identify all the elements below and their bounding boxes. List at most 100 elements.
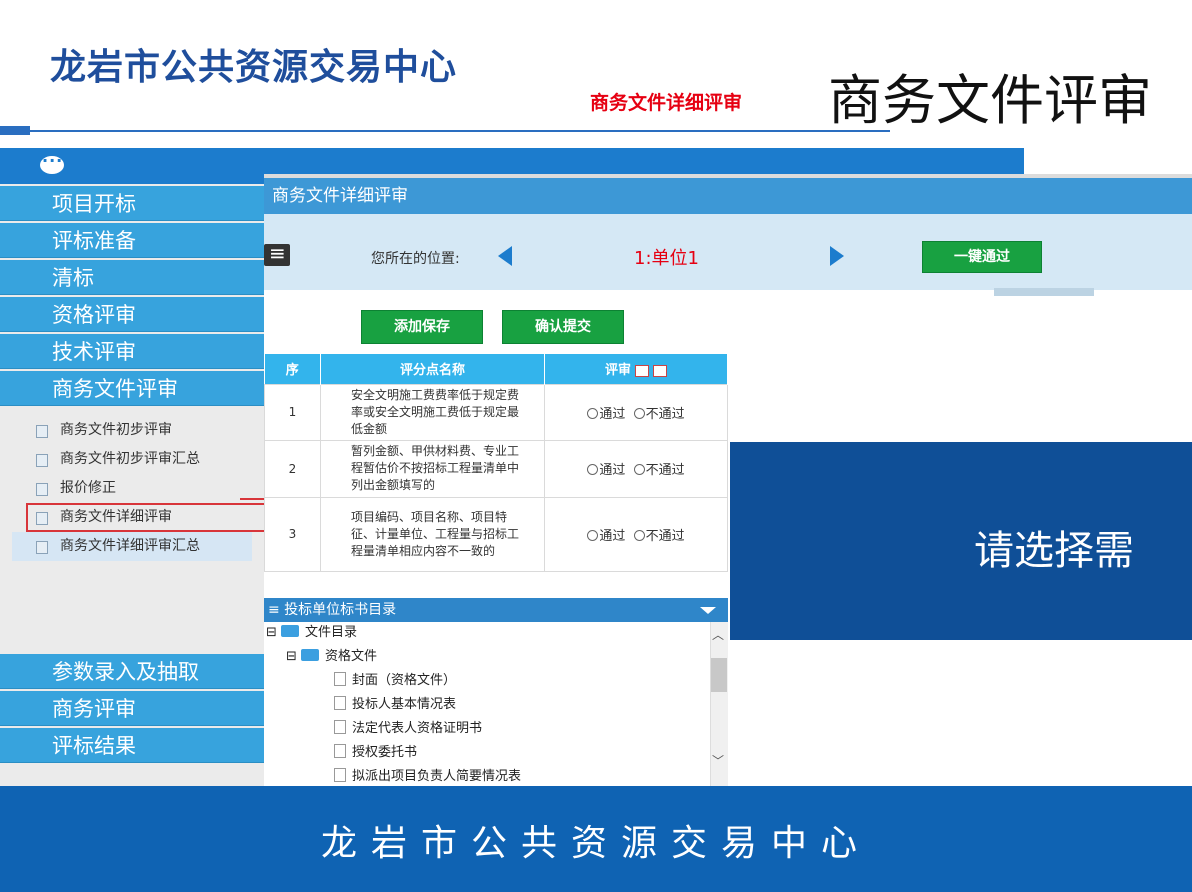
row-criterion: 安全文明施工费费率低于规定费率或安全文明施工费低于规定最低金额 — [320, 383, 545, 441]
sidebar-item-param-entry[interactable]: 参数录入及抽取 — [0, 654, 264, 689]
tree-node-root[interactable]: ⊟ 文件目录 — [266, 622, 357, 644]
submenu-label: 报价修正 — [60, 480, 116, 496]
submenu-item[interactable]: 商务文件初步评审汇总 — [0, 445, 264, 474]
next-unit-icon[interactable] — [830, 246, 844, 266]
sidebar-menu-top: 项目开标 评标准备 清标 资格评审 技术评审 商务文件评审 — [0, 186, 264, 408]
scroll-up-icon[interactable]: ︿ — [712, 626, 724, 643]
review-content: 添加保存 确认提交 序 评分点名称 评审 1 安全文明施工费费率低于规定费率或安… — [264, 296, 728, 790]
submenu-item-selected[interactable]: 商务文件详细评审 — [26, 503, 266, 532]
submenu-label: 商务文件详细评审 — [60, 509, 172, 525]
fail-label: 不通过 — [645, 528, 685, 544]
tree-title: 投标单位标书目录 — [284, 602, 397, 618]
tree-node-label: 拟派出项目负责人简要情况表 — [352, 769, 522, 784]
tree-node-label: 授权委托书 — [352, 745, 418, 760]
tree-header[interactable]: ≡ 投标单位标书目录 — [264, 598, 728, 622]
sidebar-submenu: 商务文件初步评审 商务文件初步评审汇总 报价修正 商务文件详细评审 商务文件详细… — [0, 416, 266, 561]
fail-label: 不通过 — [645, 463, 685, 478]
sidebar-item-qualification[interactable]: 资格评审 — [0, 297, 264, 332]
pass-label: 通过 — [599, 406, 626, 422]
bid-doc-tree: ≡ 投标单位标书目录 ⊟ 文件目录 ⊟ 资格文件 封面（资格文件） 投标人基本情… — [264, 598, 728, 790]
pass-all-button[interactable]: 一键通过 — [922, 241, 1042, 273]
scroll-thumb[interactable] — [711, 658, 727, 692]
pass-radio[interactable] — [587, 529, 599, 541]
slide-heading: 商务文件评审 — [828, 69, 1152, 132]
column-header-review-label: 评审 — [604, 363, 631, 379]
tree-node-label: 资格文件 — [325, 649, 378, 664]
menu-icon[interactable] — [264, 241, 290, 266]
pass-radio[interactable] — [587, 464, 599, 475]
tree-node-folder[interactable]: ⊟ 资格文件 — [286, 646, 377, 668]
sidebar-item-clear-bid[interactable]: 清标 — [0, 260, 264, 295]
submenu-label: 商务文件初步评审汇总 — [60, 451, 200, 467]
submenu-item[interactable]: 商务文件详细评审汇总 — [12, 532, 252, 561]
table-row: 3 项目编码、项目名称、项目特征、计量单位、工程量与招标工程量清单相应内容不一致… — [264, 496, 728, 572]
header-divider — [30, 130, 890, 132]
pass-radio[interactable] — [587, 407, 599, 419]
table-row: 2 暂列金额、甲供材料费、专业工程暂估价不按招标工程量清单中列出金额填写的 通过… — [264, 439, 728, 498]
slide: 龙岩市公共资源交易中心 商务文件详细评审 商务文件评审 项目开标 评标准备 清标… — [0, 0, 1192, 892]
tree-node-file[interactable]: 投标人基本情况表 — [334, 694, 456, 716]
row-review: 通过 不通过 — [544, 496, 728, 572]
row-seq: 3 — [264, 496, 321, 572]
tree-node-file[interactable]: 授权委托书 — [334, 742, 417, 764]
sidebar-item-commercial-docs[interactable]: 商务文件评审 — [0, 371, 264, 406]
sidebar-item-commercial-review[interactable]: 商务评审 — [0, 691, 264, 726]
table-row: 1 安全文明施工费费率低于规定费率或安全文明施工费低于规定最低金额 通过 不通过 — [264, 383, 728, 441]
collapse-handle[interactable] — [994, 288, 1094, 296]
check-all-fail-icon[interactable] — [653, 364, 667, 377]
file-icon — [334, 768, 346, 782]
folder-icon — [281, 625, 300, 637]
submit-button[interactable]: 确认提交 — [502, 310, 624, 344]
tree-node-label: 文件目录 — [305, 625, 358, 640]
scroll-down-icon[interactable]: ﹀ — [712, 752, 724, 769]
submenu-item[interactable]: 报价修正 — [0, 474, 264, 503]
footer-title: 龙岩市公共资源交易中心 — [320, 823, 871, 864]
fail-label: 不通过 — [645, 406, 685, 422]
sidebar-item-technical[interactable]: 技术评审 — [0, 334, 264, 369]
row-review: 通过 不通过 — [544, 383, 728, 441]
sidebar-item-bid-opening[interactable]: 项目开标 — [0, 186, 264, 221]
document-icon — [36, 454, 48, 467]
tree-node-label: 法定代表人资格证明书 — [352, 721, 483, 736]
column-header-name: 评分点名称 — [320, 354, 545, 384]
sidebar-item-eval-prep[interactable]: 评标准备 — [0, 223, 264, 258]
row-criterion: 项目编码、项目名称、项目特征、计量单位、工程量与招标工程量清单相应内容不一致的 — [320, 496, 545, 572]
file-icon — [334, 672, 346, 686]
check-all-pass-icon[interactable] — [635, 364, 649, 377]
collapse-icon[interactable] — [700, 607, 716, 614]
sidebar-menu-bottom: 参数录入及抽取 商务评审 评标结果 — [0, 654, 264, 765]
review-table: 序 评分点名称 评审 1 安全文明施工费费率低于规定费率或安全文明施工费低于规定… — [264, 354, 728, 572]
document-icon — [36, 512, 48, 525]
viewer-message: 请选择需 — [974, 528, 1134, 574]
pass-label: 通过 — [599, 463, 626, 478]
fail-radio[interactable] — [633, 529, 645, 541]
tree-node-label: 投标人基本情况表 — [352, 697, 457, 712]
tree-body: ⊟ 文件目录 ⊟ 资格文件 封面（资格文件） 投标人基本情况表 法定代表人资格证… — [264, 622, 728, 790]
column-header-review: 评审 — [544, 354, 728, 384]
fail-radio[interactable] — [633, 407, 645, 419]
tree-scrollbar[interactable]: ︿ ﹀ — [710, 622, 728, 790]
document-icon — [36, 425, 48, 438]
org-title: 龙岩市公共资源交易中心 — [50, 47, 458, 88]
row-seq: 2 — [264, 439, 321, 498]
submenu-label: 商务文件详细评审汇总 — [60, 538, 200, 554]
chat-icon[interactable] — [40, 151, 64, 174]
fail-radio[interactable] — [633, 464, 645, 475]
main-panel: 商务文件详细评审 您所在的位置: 1:单位1 一键通过 添加保存 确认提交 序 … — [264, 174, 1192, 790]
section-subtitle: 商务文件详细评审 — [590, 92, 743, 114]
file-icon — [334, 720, 346, 734]
file-icon — [334, 696, 346, 710]
panel-title: 商务文件详细评审 — [264, 178, 1192, 214]
sidebar-item-eval-result[interactable]: 评标结果 — [0, 728, 264, 763]
tree-node-file[interactable]: 封面（资格文件） — [334, 670, 456, 692]
prev-unit-icon[interactable] — [498, 246, 512, 266]
save-button[interactable]: 添加保存 — [361, 310, 483, 344]
location-bar: 您所在的位置: 1:单位1 一键通过 — [264, 214, 1192, 290]
tree-node-file[interactable]: 法定代表人资格证明书 — [334, 718, 482, 740]
header-accent-bar — [0, 126, 30, 135]
pass-label: 通过 — [599, 528, 626, 544]
submenu-item[interactable]: 商务文件初步评审 — [0, 416, 264, 445]
tree-node-file[interactable]: 拟派出项目负责人简要情况表 — [334, 766, 521, 788]
current-unit: 1:单位1 — [634, 248, 699, 269]
row-seq: 1 — [264, 383, 321, 441]
